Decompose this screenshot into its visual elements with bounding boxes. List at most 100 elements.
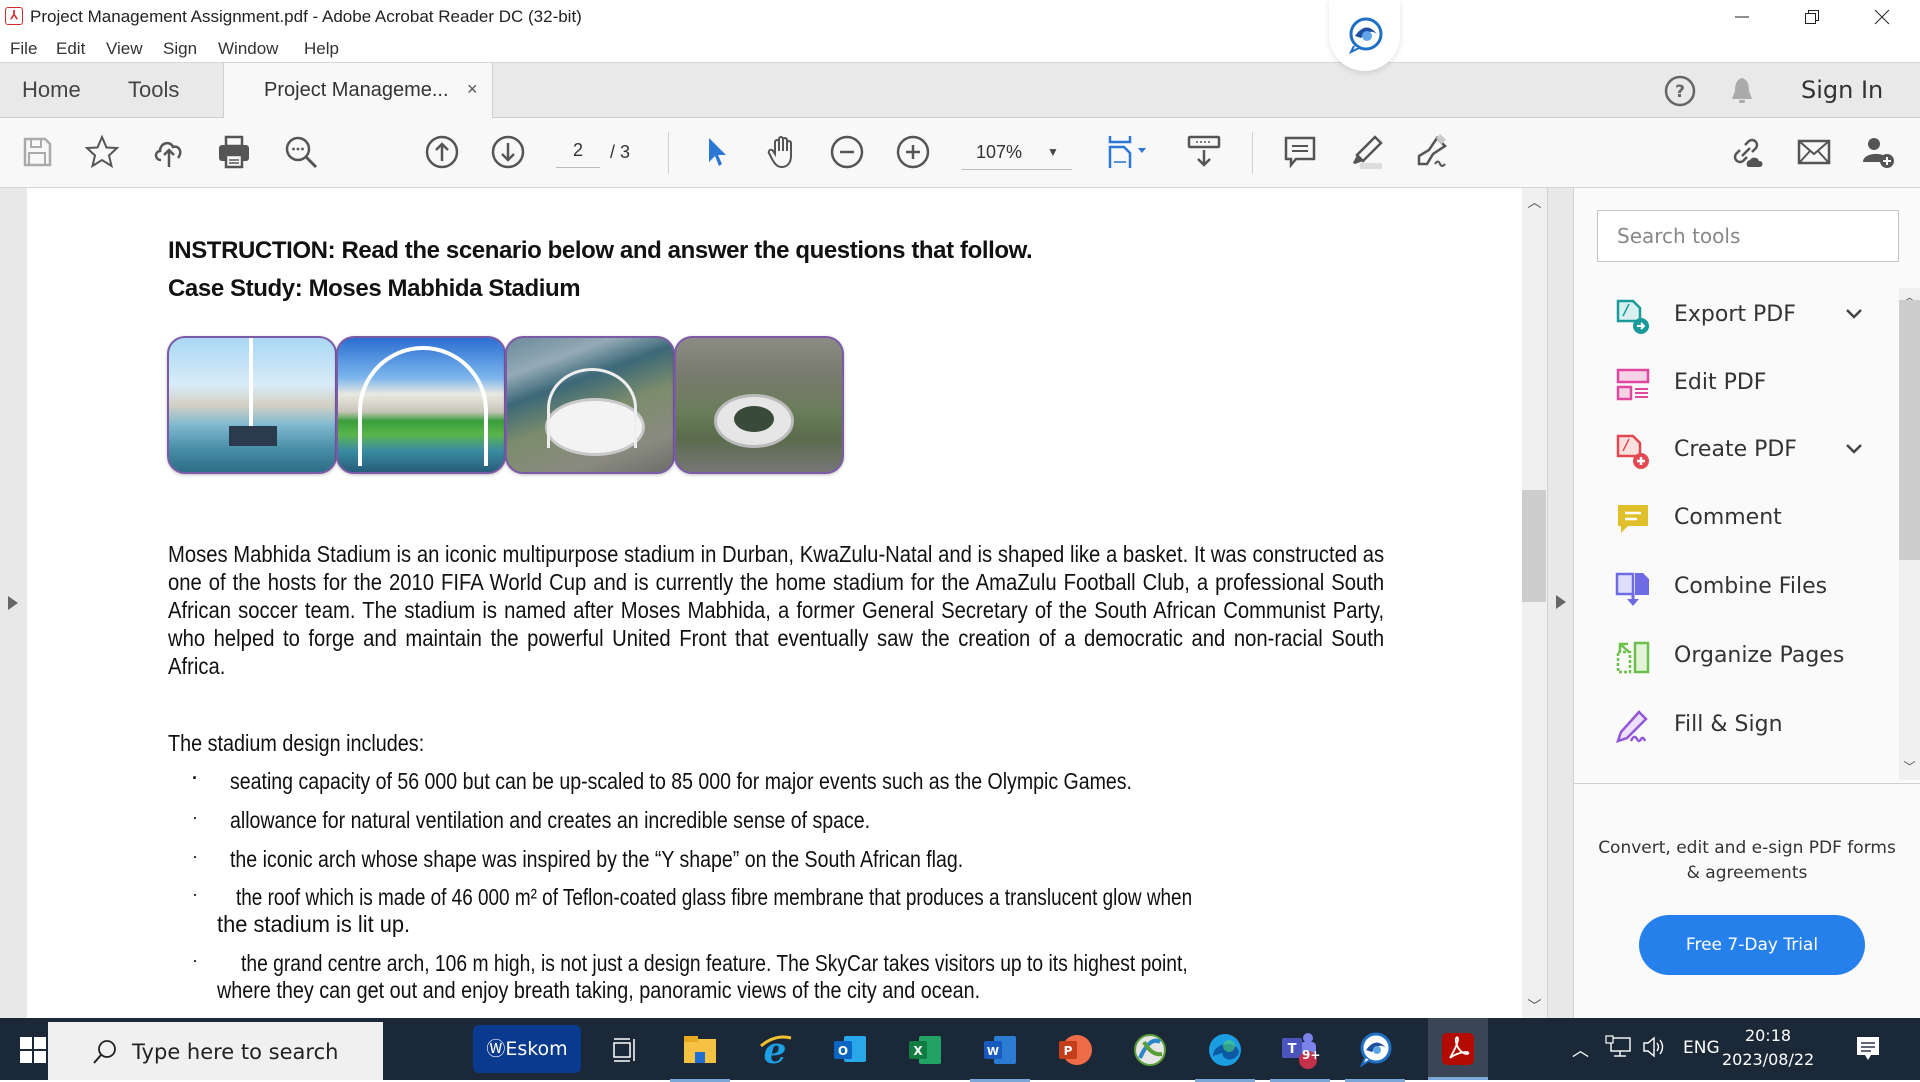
- share-link-button[interactable]: [1726, 132, 1766, 172]
- tool-label: Edit PDF: [1674, 370, 1767, 395]
- tab-bar: Home Tools Project Manageme... × ? Sign …: [0, 63, 1920, 118]
- organize-pages-icon: [1616, 641, 1650, 674]
- search-zoom-icon: [285, 136, 318, 169]
- action-center-button[interactable]: [1856, 1036, 1880, 1067]
- fit-page-button[interactable]: [1100, 132, 1156, 172]
- design-bullet-3: the iconic arch whose shape was inspired…: [230, 846, 964, 872]
- upload-button[interactable]: [149, 132, 189, 172]
- restore-button[interactable]: [1782, 0, 1842, 34]
- eskom-search-widget[interactable]: ⓌEskom: [473, 1025, 581, 1073]
- add-user-button[interactable]: [1858, 132, 1898, 172]
- close-tab-icon[interactable]: ×: [467, 79, 478, 100]
- email-button[interactable]: [1794, 132, 1834, 172]
- highlight-button[interactable]: [1346, 132, 1386, 172]
- zoom-in-button[interactable]: [893, 132, 933, 172]
- select-tool-button[interactable]: [696, 132, 736, 172]
- notification-center-icon: [1857, 1037, 1879, 1060]
- previous-page-button[interactable]: [422, 132, 462, 172]
- menu-file[interactable]: File: [10, 39, 37, 59]
- next-page-button[interactable]: [488, 132, 528, 172]
- zoom-in-icon: [896, 135, 930, 169]
- menu-edit[interactable]: Edit: [56, 39, 85, 59]
- hand-icon: [767, 136, 792, 169]
- minimize-button[interactable]: [1712, 0, 1772, 34]
- collapse-tools-pane-icon[interactable]: [1556, 595, 1566, 609]
- save-button[interactable]: [17, 132, 57, 172]
- zoom-level-dropdown[interactable]: 107% ▼: [962, 140, 1072, 170]
- taskbar-excel[interactable]: X: [903, 1028, 947, 1072]
- menu-sign[interactable]: Sign: [163, 39, 197, 59]
- start-button[interactable]: [20, 1037, 46, 1068]
- windows-taskbar: Type here to search ⓌEskom e O X W P T 9…: [0, 1018, 1920, 1082]
- tools-list-scrollbar[interactable]: ︿ ﹀: [1899, 288, 1920, 780]
- volume-control[interactable]: [1642, 1035, 1668, 1064]
- taskbar-word[interactable]: W: [970, 1028, 1030, 1082]
- taskbar-edge[interactable]: [1195, 1028, 1255, 1082]
- tool-organize-pages[interactable]: Organize Pages: [1601, 626, 1876, 686]
- edit-pdf-icon: [1616, 368, 1650, 401]
- page-number-input[interactable]: 2: [556, 140, 600, 168]
- title-bar: ⅄ Project Management Assignment.pdf - Ad…: [0, 0, 1920, 34]
- task-view-button[interactable]: [602, 1028, 646, 1072]
- sign-button[interactable]: [1411, 132, 1451, 172]
- network-status[interactable]: [1605, 1035, 1631, 1064]
- taskbar-cisco-anyconnect[interactable]: [1128, 1028, 1172, 1072]
- system-clock[interactable]: 20:18 2023/08/22: [1722, 1024, 1814, 1072]
- scrollbar-thumb[interactable]: [1522, 490, 1546, 602]
- close-button[interactable]: [1852, 0, 1912, 34]
- webex-floating-button[interactable]: [1329, 0, 1400, 71]
- menu-view[interactable]: View: [106, 39, 143, 59]
- edge-icon: [1209, 1034, 1241, 1066]
- find-button[interactable]: [281, 132, 321, 172]
- tool-fill-sign[interactable]: Fill & Sign: [1601, 695, 1876, 755]
- scroll-down-icon[interactable]: ﹀: [1899, 758, 1920, 775]
- internet-explorer-icon: e: [760, 1032, 792, 1068]
- scroll-up-icon[interactable]: ︿: [1522, 192, 1547, 212]
- tool-export-pdf[interactable]: Export PDF: [1601, 285, 1876, 345]
- free-trial-button[interactable]: Free 7-Day Trial: [1639, 915, 1865, 975]
- tool-create-pdf[interactable]: Create PDF: [1601, 420, 1876, 480]
- scroll-mode-button[interactable]: [1184, 132, 1224, 172]
- close-icon: [1874, 9, 1890, 25]
- taskbar-outlook[interactable]: O: [828, 1028, 872, 1072]
- taskbar-file-explorer[interactable]: [670, 1028, 730, 1082]
- tool-edit-pdf[interactable]: Edit PDF: [1601, 353, 1876, 413]
- teams-notification-badge: 9+: [1302, 1048, 1321, 1062]
- scroll-down-icon[interactable]: ﹀: [1522, 996, 1547, 1016]
- menu-help[interactable]: Help: [304, 39, 339, 59]
- tab-home[interactable]: Home: [22, 77, 81, 103]
- hand-tool-button[interactable]: [762, 132, 802, 172]
- tool-combine-files[interactable]: Combine Files: [1601, 557, 1876, 617]
- notifications-button[interactable]: [1726, 75, 1758, 112]
- email-icon: [1797, 139, 1831, 165]
- taskbar-teams[interactable]: T 9+: [1270, 1028, 1330, 1082]
- tool-comment[interactable]: Comment: [1601, 488, 1876, 548]
- taskbar-acrobat-reader[interactable]: [1428, 1018, 1488, 1080]
- sign-pen-icon: [1417, 134, 1447, 167]
- chevron-down-icon[interactable]: [1843, 438, 1865, 460]
- tab-tools[interactable]: Tools: [128, 77, 179, 103]
- tab-document[interactable]: Project Manageme... ×: [223, 63, 493, 118]
- search-tools-input[interactable]: [1598, 211, 1898, 261]
- expand-left-pane-icon[interactable]: [8, 596, 18, 610]
- input-language[interactable]: ENG: [1683, 1038, 1720, 1058]
- show-hidden-icons-button[interactable]: ︿: [1572, 1036, 1589, 1061]
- sign-in-button[interactable]: Sign In: [1801, 76, 1883, 104]
- chevron-down-icon[interactable]: [1843, 303, 1865, 325]
- taskbar-search-box[interactable]: Type here to search: [48, 1022, 383, 1080]
- print-button[interactable]: [214, 132, 254, 172]
- document-scrollbar[interactable]: ︿ ﹀: [1522, 188, 1547, 1018]
- tools-scrollbar-thumb[interactable]: [1899, 300, 1920, 560]
- help-button[interactable]: ?: [1664, 75, 1696, 112]
- bookmark-button[interactable]: [82, 132, 122, 172]
- taskbar-webex[interactable]: [1345, 1028, 1405, 1082]
- volume-icon: [1643, 1036, 1664, 1058]
- svg-text:T: T: [1288, 1042, 1297, 1057]
- clock-date: 2023/08/22: [1722, 1050, 1815, 1069]
- search-tools-field[interactable]: [1597, 210, 1899, 262]
- zoom-out-button[interactable]: [827, 132, 867, 172]
- taskbar-internet-explorer[interactable]: e: [753, 1028, 797, 1072]
- menu-window[interactable]: Window: [218, 39, 278, 59]
- comment-button[interactable]: [1280, 132, 1320, 172]
- taskbar-powerpoint[interactable]: P: [1053, 1028, 1097, 1072]
